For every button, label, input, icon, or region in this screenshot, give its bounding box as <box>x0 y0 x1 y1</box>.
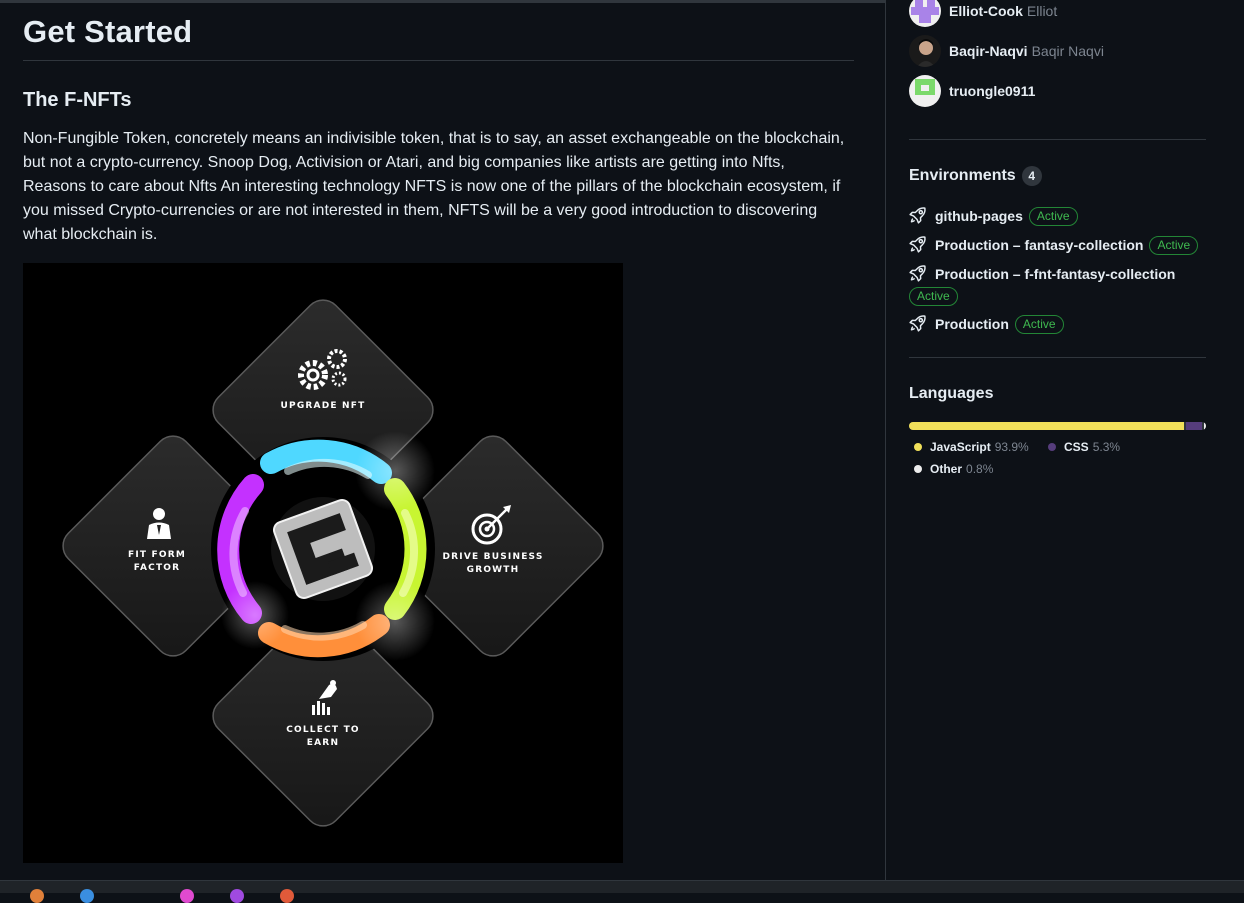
tile-left-label-1: FIT FORM <box>128 550 186 560</box>
language-item[interactable]: CSS 5.3% <box>1048 440 1120 454</box>
avatar[interactable] <box>909 75 941 107</box>
layout-divider <box>885 0 886 880</box>
environments-counter: 4 <box>1021 166 1042 186</box>
languages-heading: Languages <box>909 385 993 403</box>
environment-name[interactable]: github-pages <box>935 208 1023 224</box>
contributor-name: Baqir Naqvi <box>1031 43 1104 59</box>
language-item[interactable]: JavaScript 93.9% <box>914 440 1029 454</box>
environment-name[interactable]: Production – f-fnt-fantasy-collection <box>935 266 1175 282</box>
profile-photo-icon <box>909 35 941 67</box>
contributor-item[interactable]: Elliot-Cook Elliot <box>909 0 1206 27</box>
language-percent: 5.3% <box>1092 440 1121 454</box>
environments-heading[interactable]: Environments 4 <box>909 166 1042 186</box>
environments-title[interactable]: Environments <box>909 167 1016 185</box>
tile-bottom-label-1: COLLECT TO <box>286 725 360 735</box>
contributor-login[interactable]: Baqir-Naqvi <box>949 43 1028 59</box>
tile-top-label: UPGRADE NFT <box>281 401 366 411</box>
page-title: Get Started <box>23 14 193 49</box>
language-percent: 0.8% <box>966 462 994 476</box>
language-item[interactable]: Other 0.8% <box>914 462 993 476</box>
rocket-icon <box>909 236 926 253</box>
title-rule <box>23 60 854 61</box>
taskbar-app-icon[interactable] <box>80 889 94 903</box>
contributor-item[interactable]: truongle0911 <box>909 75 1206 107</box>
status-badge: Active <box>1014 315 1064 334</box>
tile-right-label-2: GROWTH <box>467 565 520 575</box>
language-percent: 93.9% <box>994 440 1029 454</box>
avatar[interactable] <box>909 0 941 27</box>
environment-item[interactable]: Production – f-fnt-fantasy-collection Act… <box>909 263 1206 307</box>
languages-title: Languages <box>909 385 994 402</box>
language-bar-segment <box>1186 422 1202 430</box>
language-bar-segment <box>909 422 1185 430</box>
environment-item[interactable]: Production – fantasy-collection Active <box>909 234 1206 256</box>
status-badge: Active <box>909 287 958 306</box>
intro-paragraph: Non-Fungible Token, concretely means an … <box>23 130 845 243</box>
language-name[interactable]: Other <box>930 462 962 476</box>
language-bar <box>909 422 1206 430</box>
nft-features-image: UPGRADE NFT FIT FORM FACTOR DRIVE BUSINE… <box>23 263 623 863</box>
contributor-login[interactable]: truongle0911 <box>949 83 1035 99</box>
nft-logo <box>271 497 375 601</box>
nft-features-graphic: UPGRADE NFT FIT FORM FACTOR DRIVE BUSINE… <box>62 299 604 827</box>
language-bar-segment <box>1203 422 1206 430</box>
tile-bottom-label-2: EARN <box>307 738 339 748</box>
environment-name[interactable]: Production <box>935 316 1009 332</box>
identicon-avatar-icon <box>909 75 941 107</box>
tile-left-label-2: FACTOR <box>134 563 181 573</box>
section-divider <box>909 357 1206 358</box>
taskbar-app-icon[interactable] <box>30 889 44 903</box>
environment-name[interactable]: Production – fantasy-collection <box>935 237 1143 253</box>
contributor-name: Elliot <box>1026 3 1058 19</box>
environment-item[interactable]: github-pages Active <box>909 205 1206 227</box>
language-color-dot <box>1048 443 1056 451</box>
environment-item[interactable]: Production Active <box>909 313 1206 335</box>
tile-right-label-1: DRIVE BUSINESS <box>442 552 543 562</box>
language-color-dot <box>914 465 922 473</box>
avatar[interactable] <box>909 35 941 67</box>
bottom-taskbar <box>0 880 1244 903</box>
status-badge: Active <box>1028 207 1078 226</box>
rocket-icon <box>909 265 926 282</box>
section-divider <box>909 139 1206 140</box>
section-heading: The F-NFTs <box>23 89 132 111</box>
taskbar-app-icon[interactable] <box>180 889 194 903</box>
contributor-login[interactable]: Elliot-Cook <box>949 3 1023 19</box>
language-name[interactable]: JavaScript <box>930 440 991 454</box>
language-name[interactable]: CSS <box>1064 440 1089 454</box>
contributor-item[interactable]: Baqir-Naqvi Baqir Naqvi <box>909 35 1206 67</box>
rocket-icon <box>909 207 926 224</box>
top-border <box>0 0 885 3</box>
identicon-avatar-icon <box>909 0 941 27</box>
language-color-dot <box>914 443 922 451</box>
taskbar-app-icon[interactable] <box>230 889 244 903</box>
taskbar-app-icon[interactable] <box>280 889 294 903</box>
status-badge: Active <box>1149 236 1199 255</box>
rocket-icon <box>909 315 926 332</box>
